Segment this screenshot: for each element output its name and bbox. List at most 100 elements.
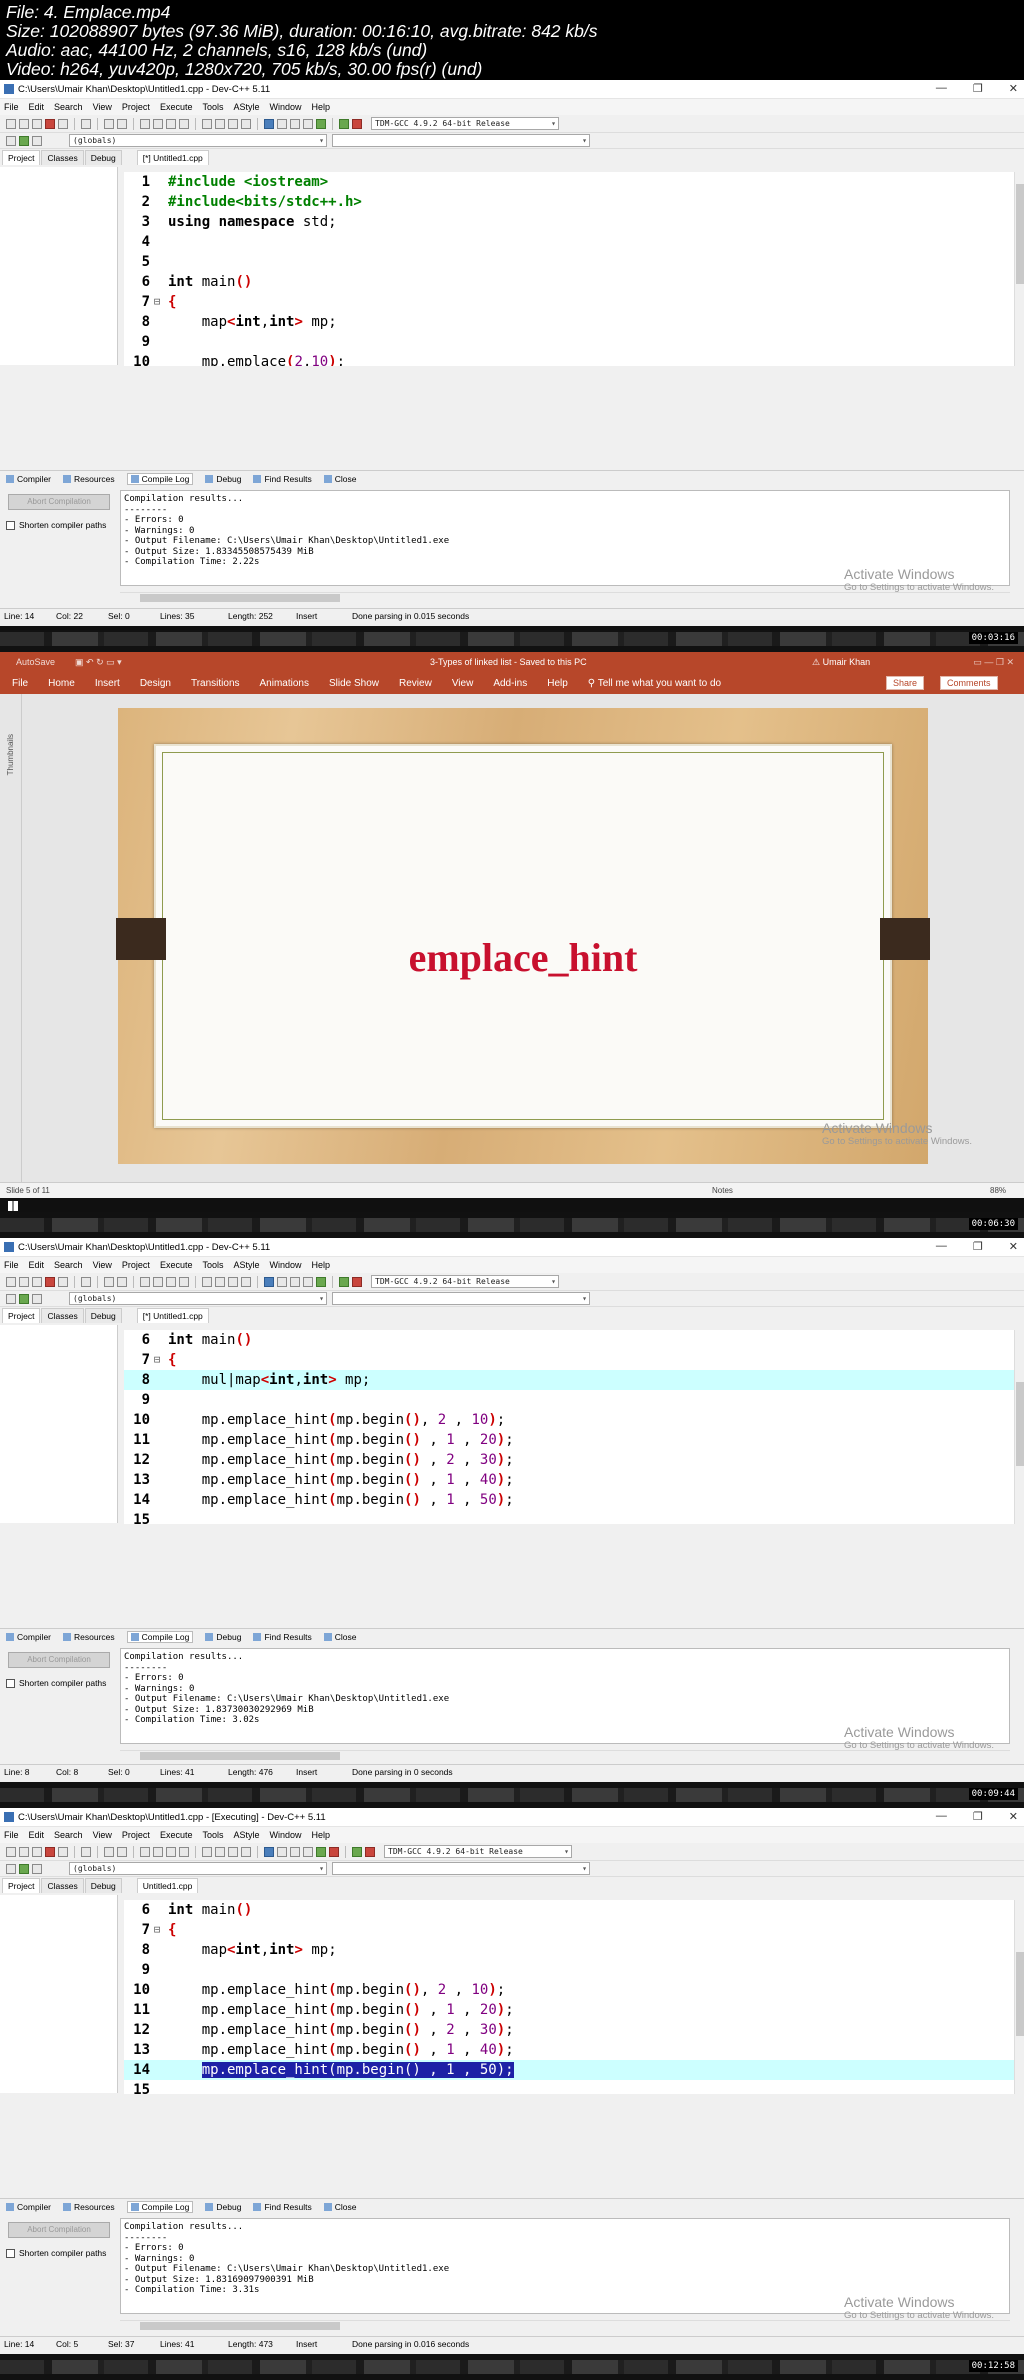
check-icon[interactable] — [316, 118, 326, 129]
ribbon-design[interactable]: Design — [140, 678, 171, 689]
new-class-icon[interactable] — [228, 1276, 238, 1287]
close-button[interactable]: ✕ — [1009, 82, 1018, 95]
toggle-comment-icon[interactable] — [32, 135, 42, 146]
ribbon-review[interactable]: Review — [399, 678, 432, 689]
debug-icon[interactable] — [365, 1846, 375, 1857]
menu-astyle[interactable]: AStyle — [233, 1830, 259, 1840]
toggle-comment-icon[interactable] — [32, 1863, 42, 1874]
maximize-button[interactable]: ❐ — [973, 1810, 983, 1823]
indent-icon[interactable] — [6, 1863, 16, 1874]
tab-compile-log[interactable]: Compile Log — [126, 2200, 194, 2213]
prev-icon[interactable] — [202, 1276, 212, 1287]
ribbon-help[interactable]: Help — [547, 678, 568, 689]
abort-compilation-button[interactable]: Abort Compilation — [8, 2222, 110, 2238]
tab-resources[interactable]: Resources — [63, 1632, 115, 1642]
maximize-button[interactable]: ❐ — [973, 1240, 983, 1253]
ribbon-home[interactable]: Home — [48, 678, 75, 689]
menu-file[interactable]: File — [4, 1830, 19, 1840]
globals-select[interactable]: (globals) — [69, 1292, 327, 1305]
log-hscroll[interactable] — [120, 1750, 1010, 1760]
tab-resources[interactable]: Resources — [63, 2202, 115, 2212]
prev-icon[interactable] — [202, 118, 212, 129]
next-icon[interactable] — [215, 118, 225, 129]
insert-icon[interactable] — [241, 118, 251, 129]
bookmark-icon[interactable] — [179, 118, 189, 129]
rebuild-icon[interactable] — [303, 118, 313, 129]
file-tab[interactable]: [*] Untitled1.cpp — [136, 150, 209, 165]
minimize-button[interactable]: — — [936, 1240, 947, 1253]
profile-icon[interactable] — [339, 1276, 349, 1287]
menu-help[interactable]: Help — [312, 1830, 331, 1840]
tab-close[interactable]: Close — [324, 1632, 357, 1642]
editor-scrollbar[interactable] — [1014, 1900, 1024, 2094]
close-button[interactable]: ✕ — [1009, 1240, 1018, 1253]
menu-edit[interactable]: Edit — [29, 1260, 45, 1270]
open-icon[interactable] — [19, 118, 29, 129]
debug-icon[interactable] — [352, 1276, 362, 1287]
zoom-level[interactable]: 88% — [990, 1186, 1006, 1195]
goto-icon[interactable] — [166, 1846, 176, 1857]
menu-window[interactable]: Window — [270, 1260, 302, 1270]
tab-debug-bottom[interactable]: Debug — [205, 474, 241, 484]
unindent-icon[interactable] — [19, 1863, 29, 1874]
insert-icon[interactable] — [241, 1276, 251, 1287]
prev-icon[interactable] — [202, 1846, 212, 1857]
compile-icon[interactable] — [264, 118, 274, 129]
profile-icon[interactable] — [339, 118, 349, 129]
menu-project[interactable]: Project — [122, 1830, 150, 1840]
stop-execution-icon[interactable] — [329, 1846, 339, 1857]
tab-classes[interactable]: Classes — [41, 1878, 84, 1893]
print-icon[interactable] — [81, 1846, 91, 1857]
save-icon[interactable] — [32, 1846, 42, 1857]
find-icon[interactable] — [140, 1846, 150, 1857]
tab-compile-log[interactable]: Compile Log — [126, 1630, 194, 1643]
run-icon[interactable] — [277, 1276, 287, 1287]
save-icon[interactable]: ▣ ↶ ↻ ▭ ▾ — [75, 657, 122, 668]
globals-select[interactable]: (globals) — [69, 1862, 327, 1875]
notes-button[interactable]: Notes — [712, 1186, 733, 1195]
tab-compiler[interactable]: Compiler — [6, 2202, 51, 2212]
bookmark-icon[interactable] — [179, 1276, 189, 1287]
code-editor[interactable]: 6 int main() 7 ⊟{ 8 mul|map<int,int> mp; 9… — [124, 1330, 1014, 1524]
save-all-icon[interactable] — [45, 1846, 55, 1857]
new-class-icon[interactable] — [228, 1846, 238, 1857]
minimize-button[interactable]: — — [936, 82, 947, 95]
ribbon-slideshow[interactable]: Slide Show — [329, 678, 379, 689]
save-icon[interactable] — [32, 1276, 42, 1287]
bookmark-icon[interactable] — [179, 1846, 189, 1857]
tab-project[interactable]: Project — [2, 1308, 41, 1323]
compiler-select[interactable]: TDM-GCC 4.9.2 64-bit Release — [371, 1275, 559, 1288]
shorten-paths-checkbox[interactable] — [6, 1678, 15, 1688]
minimize-button[interactable]: — — [936, 1810, 947, 1823]
menu-execute[interactable]: Execute — [160, 1260, 193, 1270]
close-file-icon[interactable] — [58, 118, 68, 129]
compile-run-icon[interactable] — [290, 118, 300, 129]
menu-tools[interactable]: Tools — [202, 1830, 223, 1840]
menu-project[interactable]: Project — [122, 1260, 150, 1270]
toggle-comment-icon[interactable] — [32, 1293, 42, 1304]
tab-close[interactable]: Close — [324, 2202, 357, 2212]
menu-search[interactable]: Search — [54, 1830, 83, 1840]
ribbon-transitions[interactable]: Transitions — [191, 678, 240, 689]
menu-view[interactable]: View — [93, 1830, 112, 1840]
rebuild-icon[interactable] — [303, 1276, 313, 1287]
share-button[interactable]: Share — [886, 676, 925, 690]
indent-icon[interactable] — [6, 135, 16, 146]
tab-debug-bottom[interactable]: Debug — [205, 2202, 241, 2212]
ribbon-file[interactable]: File — [12, 678, 28, 689]
open-icon[interactable] — [19, 1276, 29, 1287]
code-editor[interactable]: 1 #include <iostream> 2 #include<bits/stdc… — [124, 172, 1014, 366]
print-icon[interactable] — [81, 1276, 91, 1287]
find-icon[interactable] — [140, 1276, 150, 1287]
menu-execute[interactable]: Execute — [160, 1830, 193, 1840]
ribbon-addins[interactable]: Add-ins — [493, 678, 527, 689]
close-file-icon[interactable] — [58, 1846, 68, 1857]
unindent-icon[interactable] — [19, 1293, 29, 1304]
tab-classes[interactable]: Classes — [41, 1308, 84, 1323]
compiler-select[interactable]: TDM-GCC 4.9.2 64-bit Release — [371, 117, 559, 130]
close-file-icon[interactable] — [58, 1276, 68, 1287]
replace-icon[interactable] — [153, 1276, 163, 1287]
compile-icon[interactable] — [264, 1846, 274, 1857]
tab-find-results[interactable]: Find Results — [253, 1632, 311, 1642]
tab-compiler[interactable]: Compiler — [6, 1632, 51, 1642]
